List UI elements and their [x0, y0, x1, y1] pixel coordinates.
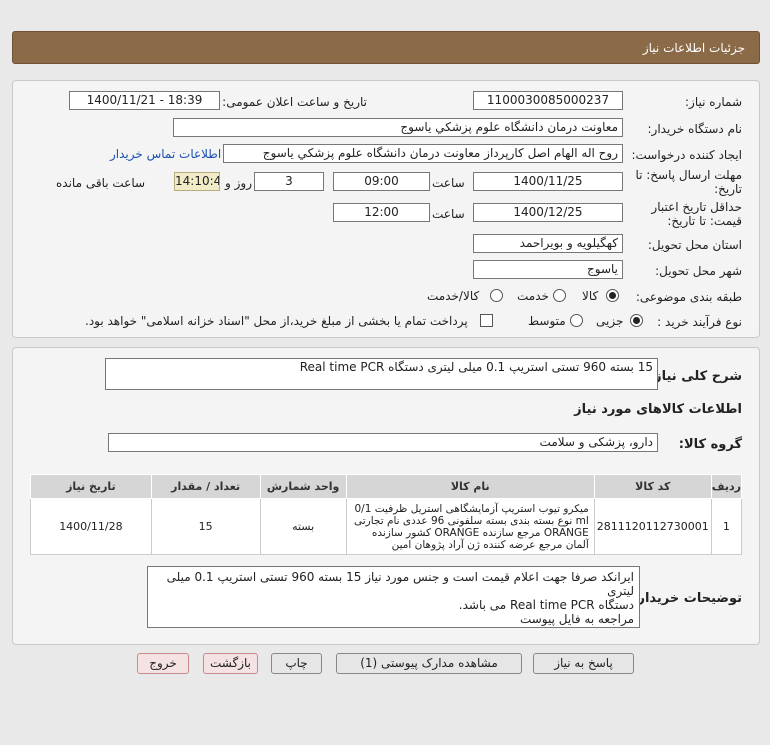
category-radio-service[interactable] — [553, 289, 566, 302]
category-label: طبقه بندی موضوعی: — [635, 290, 742, 304]
col-qty: تعداد / مقدار — [150, 474, 261, 499]
need-number-field: 1100030085000237 — [473, 91, 623, 110]
goods-group-field: دارو، پزشکی و سلامت — [108, 433, 658, 452]
validity-date-field: 1400/12/25 — [473, 203, 623, 222]
city-label: شهر محل تحویل: — [655, 264, 742, 278]
buyer-org-field: معاونت درمان دانشگاه علوم پزشكي ياسوج — [173, 118, 623, 137]
buyer-notes-line-2: دستگاه Real time PCR می باشد. — [458, 598, 634, 612]
buyer-notes-line-1: ایرانکد صرفا جهت اعلام قیمت است و جنس مو… — [166, 570, 634, 598]
category-option-both: کالا/خدمت — [427, 289, 480, 303]
process-radio-medium[interactable] — [570, 314, 583, 327]
validity-time-label: ساعت — [432, 207, 465, 221]
print-button[interactable]: چاپ — [271, 653, 322, 674]
need-number-label: شماره نیاز: — [685, 95, 742, 109]
back-button[interactable]: بازگشت — [203, 653, 258, 674]
creator-label: ایجاد کننده درخواست: — [631, 148, 742, 162]
col-code: کد کالا — [593, 474, 712, 499]
days-label: روز و — [225, 176, 252, 190]
category-radio-goods[interactable] — [606, 289, 619, 302]
category-option-service: خدمت — [517, 289, 549, 303]
category-radio-both[interactable] — [490, 289, 503, 302]
remaining-label: ساعت باقی مانده — [56, 176, 146, 190]
page-header: جزئیات اطلاعات نیاز — [12, 31, 760, 64]
process-option-medium: متوسط — [528, 314, 566, 328]
col-row: ردیف — [710, 474, 743, 499]
process-label: نوع فرآیند خرید : — [657, 315, 742, 329]
col-unit: واحد شمارش — [259, 474, 347, 499]
buyer-notes-label: توضیحات خریدار: — [632, 591, 742, 606]
buyer-notes-line-3: مراجعه به فایل پیوست — [519, 612, 634, 626]
remaining-time-field: 14:10:43 — [174, 172, 220, 191]
reply-button[interactable]: پاسخ به نیاز — [533, 653, 634, 674]
cell-date: 1400/11/28 — [30, 498, 152, 555]
cell-qty: 15 — [150, 498, 261, 555]
creator-field: روح اله الهام اصل کارپرداز معاونت درمان … — [223, 144, 623, 163]
goods-section-title: اطلاعات کالاهای مورد نیاز — [574, 402, 742, 417]
table-row: 1 2811120112730001 میکرو تیوب استریپ آزم… — [30, 498, 743, 555]
days-field: 3 — [254, 172, 324, 191]
validity-time-field: 12:00 — [333, 203, 430, 222]
announce-label: تاریخ و ساعت اعلان عمومی: — [222, 95, 367, 109]
deadline-label: مهلت ارسال پاسخ: تا — [635, 168, 742, 182]
process-option-minor: جزیی — [596, 314, 624, 328]
deadline-label-2: تاریخ: — [714, 182, 742, 196]
page-title: جزئیات اطلاعات نیاز — [642, 41, 745, 55]
summary-field: 15 بسته 960 تستی استریپ 0.1 میلی لیتری د… — [105, 358, 658, 390]
summary-label: شرح کلی نیاز: — [648, 369, 742, 384]
contact-buyer-link[interactable]: اطلاعات تماس خریدار — [110, 147, 221, 161]
province-label: استان محل تحویل: — [647, 238, 742, 252]
view-attachments-button[interactable]: مشاهده مدارک پیوستی (1) — [336, 653, 522, 674]
deadline-date-field: 1400/11/25 — [473, 172, 623, 191]
exit-button[interactable]: خروج — [137, 653, 189, 674]
treasury-payment-note: پرداخت تمام یا بخشی از مبلغ خرید،از محل … — [85, 314, 468, 328]
city-field: ياسوج — [473, 260, 623, 279]
province-field: کهگیلویه و بویراحمد — [473, 234, 623, 253]
validity-label: حداقل تاریخ اعتبار — [651, 200, 742, 214]
announce-field: 1400/11/21 - 18:39 — [69, 91, 220, 110]
buyer-org-label: نام دستگاه خریدار: — [647, 122, 743, 136]
cell-unit: بسته — [259, 498, 347, 555]
cell-row: 1 — [710, 498, 743, 555]
cell-code: 2811120112730001 — [593, 498, 712, 555]
deadline-time-label: ساعت — [432, 176, 465, 190]
cell-name: میکرو تیوب استریپ آزمایشگاهی استریل ظرفی… — [345, 498, 595, 555]
table-header-row: ردیف کد کالا نام کالا واحد شمارش تعداد /… — [30, 474, 743, 499]
category-option-goods: کالا — [582, 289, 599, 303]
goods-table: ردیف کد کالا نام کالا واحد شمارش تعداد /… — [30, 474, 743, 555]
col-date: تاریخ نیاز — [30, 474, 152, 499]
process-radio-minor[interactable] — [630, 314, 643, 327]
treasury-payment-checkbox[interactable] — [480, 314, 493, 327]
validity-label-2: قیمت: تا تاریخ: — [667, 214, 742, 228]
deadline-time-field: 09:00 — [333, 172, 430, 191]
col-name: نام کالا — [345, 474, 595, 499]
buyer-notes-box: ایرانکد صرفا جهت اعلام قیمت است و جنس مو… — [147, 566, 640, 628]
goods-group-label: گروه کالا: — [678, 437, 742, 452]
